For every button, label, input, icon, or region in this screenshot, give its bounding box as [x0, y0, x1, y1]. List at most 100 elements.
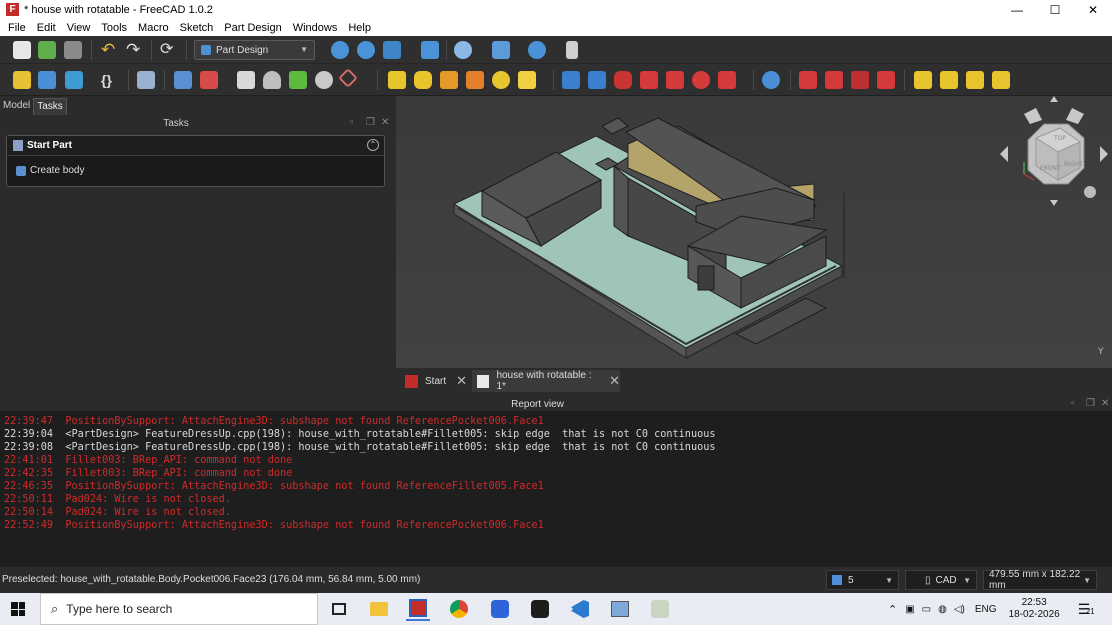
panel-close-icon[interactable]: ✕ [1101, 398, 1109, 409]
panel-float-icon[interactable]: ❐ [366, 117, 375, 128]
windows-start-icon[interactable] [11, 602, 25, 616]
pocket-icon[interactable] [562, 71, 580, 89]
tab-model[interactable]: Model [0, 98, 33, 115]
dimension-readout[interactable]: 479.55 mm x 182.22 mm ▼ [983, 569, 1097, 591]
hole-icon[interactable] [588, 71, 606, 89]
pad-icon[interactable] [388, 71, 406, 89]
collapse-icon[interactable]: ⌃ [367, 139, 379, 151]
app-dark-icon[interactable] [528, 597, 552, 621]
menu-windows[interactable]: Windows [293, 22, 338, 34]
subtractive-primitive-icon[interactable] [718, 71, 736, 89]
menu-macro[interactable]: Macro [138, 22, 169, 34]
measure-icon[interactable] [528, 41, 546, 59]
volume-icon[interactable]: ◁) [954, 604, 965, 615]
clock[interactable]: 22:53 18-02-2026 [1009, 597, 1060, 621]
revolution-icon[interactable] [414, 71, 432, 89]
check-geometry-icon[interactable] [137, 71, 155, 89]
part-design-workbench-icon [201, 45, 211, 55]
tab-house-document[interactable]: house with rotatable : 1* ✕ [472, 370, 620, 392]
app-blue-icon[interactable] [488, 597, 512, 621]
mirrored-icon[interactable] [914, 71, 932, 89]
clone-icon[interactable] [315, 71, 333, 89]
menu-part-design[interactable]: Part Design [224, 22, 281, 34]
tray-app-icon[interactable]: ▣ [905, 604, 914, 615]
undo-icon[interactable]: ↶ [101, 41, 119, 59]
draw-style-icon[interactable] [454, 41, 472, 59]
draft-icon[interactable] [851, 71, 869, 89]
fit-all-icon[interactable] [331, 41, 349, 59]
battery-icon[interactable]: ▭ [922, 604, 931, 615]
tab-start[interactable]: Start ✕ [400, 370, 468, 392]
panel-close-icon[interactable]: ✕ [381, 117, 389, 128]
additive-helix-icon[interactable] [492, 71, 510, 89]
create-group-icon[interactable] [38, 71, 56, 89]
subtractive-loft-icon[interactable] [640, 71, 658, 89]
window-app-icon[interactable] [608, 597, 632, 621]
menu-tools[interactable]: Tools [101, 22, 127, 34]
save-document-icon[interactable] [64, 41, 82, 59]
linear-pattern-icon[interactable] [940, 71, 958, 89]
create-body-icon[interactable] [174, 71, 192, 89]
link-icon[interactable] [65, 71, 83, 89]
freecad-taskbar-icon[interactable] [406, 597, 430, 621]
menu-sketch[interactable]: Sketch [180, 22, 214, 34]
panel-maximize-icon[interactable]: ▫ [1071, 398, 1075, 409]
thickness-icon[interactable] [877, 71, 895, 89]
additive-loft-icon[interactable] [440, 71, 458, 89]
multi-transform-icon[interactable] [992, 71, 1010, 89]
menu-edit[interactable]: Edit [37, 22, 56, 34]
additive-primitive-icon[interactable] [518, 71, 536, 89]
maximize-button[interactable]: ☐ [1036, 0, 1074, 19]
minimize-button[interactable]: — [998, 0, 1036, 19]
3d-viewport[interactable]: TOP FRONT RIGHT Y [396, 96, 1112, 368]
network-icon[interactable]: ◍ [938, 604, 947, 615]
taskbar-search-box[interactable]: ⌕ Type here to search [40, 593, 318, 625]
redo-icon[interactable]: ↷ [126, 41, 144, 59]
workbench-selector[interactable]: Part Design ▼ [194, 40, 315, 60]
create-sketch-icon[interactable] [200, 71, 218, 89]
datum-plane-icon[interactable] [338, 68, 358, 88]
chamfer-icon[interactable] [825, 71, 843, 89]
menu-help[interactable]: Help [348, 22, 371, 34]
file-explorer-icon[interactable] [367, 597, 391, 621]
create-body-action[interactable]: Create body [7, 156, 384, 176]
task-view-icon[interactable] [327, 597, 351, 621]
subtractive-helix-icon[interactable] [692, 71, 710, 89]
polar-pattern-icon[interactable] [966, 71, 984, 89]
boolean-icon[interactable] [762, 71, 780, 89]
refresh-icon[interactable]: ⟳ [160, 41, 178, 59]
open-document-icon[interactable] [38, 41, 56, 59]
whats-this-icon[interactable] [566, 41, 578, 59]
panel-maximize-icon[interactable]: ▫ [350, 117, 354, 128]
report-view-output[interactable]: 22:39:47 PositionBySupport: AttachEngine… [0, 411, 1112, 567]
menu-view[interactable]: View [67, 22, 91, 34]
panel-float-icon[interactable]: ❐ [1086, 398, 1095, 409]
fillet-icon[interactable] [799, 71, 817, 89]
chevron-up-icon[interactable]: ⌃ [888, 603, 897, 616]
subshape-binder-icon[interactable] [289, 71, 307, 89]
new-document-icon[interactable] [13, 41, 31, 59]
chrome-icon[interactable] [447, 597, 471, 621]
language-indicator[interactable]: ENG [975, 604, 997, 615]
create-part-icon[interactable] [13, 71, 31, 89]
close-tab-icon[interactable]: ✕ [456, 373, 467, 389]
fit-selection-icon[interactable] [357, 41, 375, 59]
subtractive-pipe-icon[interactable] [666, 71, 684, 89]
additive-pipe-icon[interactable] [466, 71, 484, 89]
variable-set-icon[interactable]: {} [101, 71, 119, 89]
view-isometric-icon[interactable] [383, 41, 401, 59]
notifications-icon[interactable]: ☰ 21 [1078, 601, 1095, 618]
shape-binder-icon[interactable] [263, 71, 281, 89]
selection-filter-icon[interactable] [492, 41, 510, 59]
menu-file[interactable]: File [8, 22, 26, 34]
paint-app-icon[interactable] [648, 597, 672, 621]
zoom-box-icon[interactable] [421, 41, 439, 59]
navigation-style-selector[interactable]: ▯ CAD ▼ [905, 570, 977, 590]
close-button[interactable]: ✕ [1074, 0, 1112, 19]
validate-sketch-icon[interactable] [237, 71, 255, 89]
tab-tasks[interactable]: Tasks [33, 98, 67, 115]
vscode-icon[interactable] [568, 597, 592, 621]
groove-icon[interactable] [614, 71, 632, 89]
layer-count-selector[interactable]: 5 ▼ [826, 570, 899, 590]
close-tab-icon[interactable]: ✕ [609, 373, 620, 389]
